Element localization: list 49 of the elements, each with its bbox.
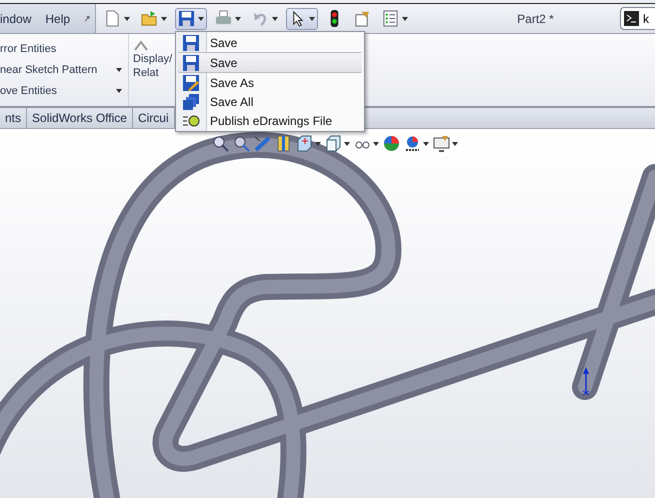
caret-icon[interactable]	[198, 16, 204, 20]
caret-icon[interactable]	[402, 16, 408, 20]
search-text: k	[643, 12, 649, 26]
ribbon-command[interactable]: near Sketch Pattern	[0, 64, 98, 76]
zoom-area-icon[interactable]	[233, 135, 250, 152]
save-icon	[182, 34, 200, 52]
tab[interactable]: SolidWorks Office	[27, 108, 133, 128]
caret-icon[interactable]	[161, 16, 167, 20]
menu-item[interactable]: Help	[45, 12, 70, 26]
toolbar-button[interactable]	[175, 8, 207, 30]
terminal-icon	[624, 11, 639, 26]
document-title: Part2 *	[516, 12, 555, 26]
checklist-icon[interactable]	[382, 10, 399, 27]
menu-item[interactable]: indow	[0, 12, 32, 26]
ribbon-command[interactable]: ove Entities	[0, 85, 57, 98]
ribbon-command[interactable]: rror Entities	[0, 42, 56, 55]
caret-icon[interactable]	[116, 89, 122, 94]
caret-icon[interactable]	[124, 16, 130, 20]
menu-item[interactable]: Save All	[178, 92, 362, 111]
save-all-icon	[182, 92, 200, 110]
caret-icon[interactable]	[235, 16, 241, 20]
color-ball-icon[interactable]	[383, 135, 400, 152]
menu-item[interactable]: Save	[178, 53, 362, 73]
search-field[interactable]: k	[620, 7, 655, 30]
monitor-icon[interactable]	[433, 135, 450, 152]
save-icon	[182, 54, 200, 72]
caret-icon[interactable]	[373, 142, 379, 146]
cube-icon[interactable]	[296, 135, 313, 152]
caret-icon[interactable]	[344, 142, 350, 146]
caret-icon[interactable]	[315, 142, 321, 146]
caret-icon[interactable]	[309, 16, 315, 20]
save-as-icon	[182, 74, 200, 92]
menu-item[interactable]: Save As	[178, 73, 362, 92]
caret-icon[interactable]	[116, 68, 122, 72]
cube-icon[interactable]	[325, 135, 342, 152]
display-relations-button[interactable]: Display/ Relat	[133, 34, 173, 106]
caret-icon[interactable]	[423, 142, 429, 146]
document-icon[interactable]	[104, 10, 121, 27]
caret-icon[interactable]	[272, 16, 278, 20]
save-icon[interactable]	[178, 10, 195, 27]
tab[interactable]: nts	[0, 108, 28, 128]
scene-icon[interactable]	[404, 135, 421, 152]
menu-item[interactable]: Publish eDrawings File	[178, 111, 362, 130]
section-view-icon[interactable]	[275, 135, 292, 152]
caret-icon[interactable]	[452, 142, 458, 146]
axis-arrow-icon	[582, 366, 590, 396]
toolbar-button[interactable]	[286, 8, 318, 30]
zoom-fit-icon[interactable]	[212, 135, 229, 152]
relations-icon	[133, 40, 149, 52]
